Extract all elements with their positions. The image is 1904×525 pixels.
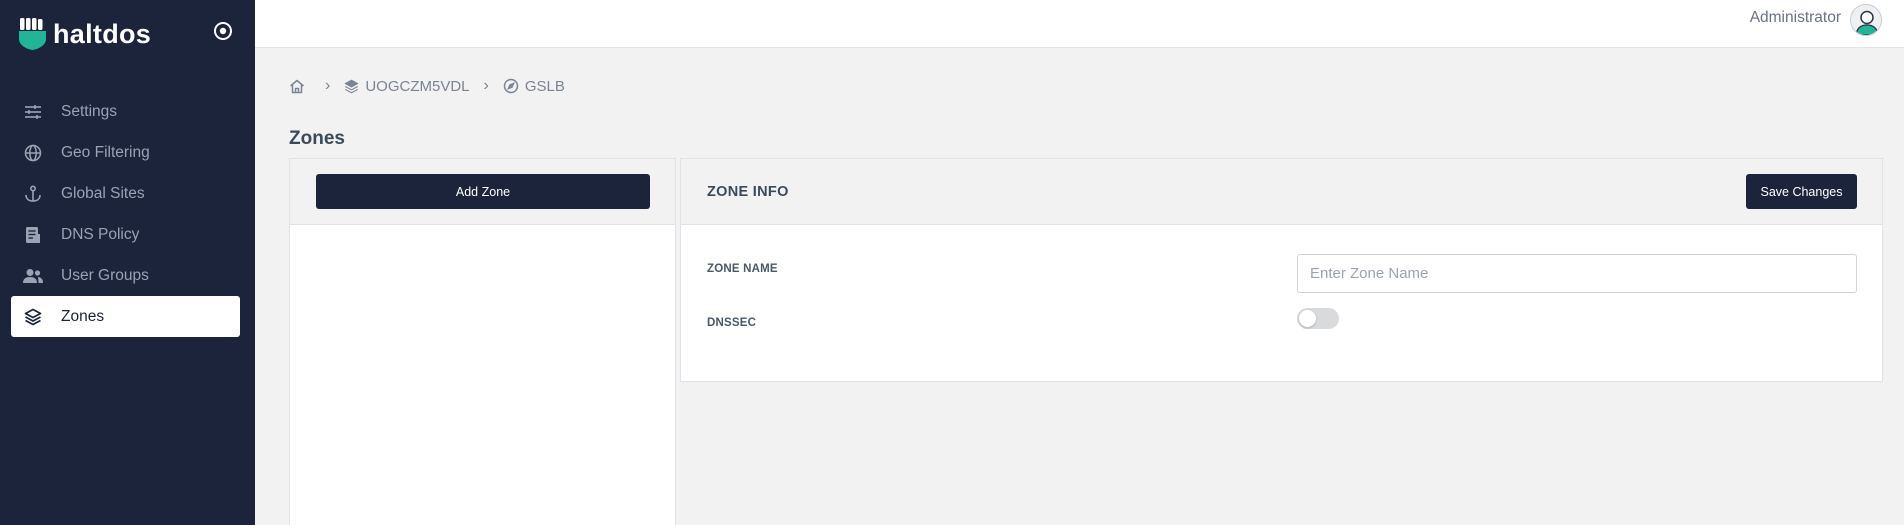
add-zone-button[interactable]: Add Zone <box>316 174 650 209</box>
save-changes-button[interactable]: Save Changes <box>1746 174 1857 209</box>
anchor-icon <box>23 184 43 204</box>
zone-info-title: ZONE INFO <box>707 184 789 200</box>
page-title: Zones <box>289 128 345 149</box>
zone-name-label: ZONE NAME <box>707 263 778 275</box>
breadcrumb-site-label: UOGCZM5VDL <box>365 77 470 95</box>
zones-list-header: Add Zone <box>290 159 675 225</box>
breadcrumb-site[interactable]: UOGCZM5VDL <box>344 77 470 95</box>
breadcrumb-gslb-label: GSLB <box>524 77 565 95</box>
top-bar: Administrator <box>255 0 1904 48</box>
user-avatar-icon[interactable] <box>1850 4 1882 36</box>
zone-info-header: ZONE INFO Save Changes <box>681 159 1882 225</box>
sidebar-item-settings[interactable]: Settings <box>11 91 240 132</box>
breadcrumb-separator: › <box>483 77 489 94</box>
sidebar-item-label: DNS Policy <box>61 225 140 243</box>
users-icon <box>23 266 43 286</box>
globe-icon <box>23 143 43 163</box>
breadcrumb-home[interactable] <box>289 79 311 94</box>
sidebar-item-label: Zones <box>61 307 105 325</box>
compass-icon <box>503 78 519 94</box>
dnssec-label: DNSSEC <box>707 317 757 329</box>
sidebar-item-label: Geo Filtering <box>61 143 150 161</box>
breadcrumb: › UOGCZM5VDL › GSLB <box>289 77 565 95</box>
sidebar-item-zones[interactable]: Zones <box>11 296 240 337</box>
sidebar-item-user-groups[interactable]: User Groups <box>11 255 240 296</box>
layers-icon <box>345 79 359 93</box>
sidebar: haltdos Settings Geo Filtering Global Si… <box>0 0 255 525</box>
breadcrumb-gslb[interactable]: GSLB <box>503 78 565 95</box>
sidebar-item-label: User Groups <box>61 266 149 284</box>
fist-shield-icon <box>19 18 46 50</box>
sidebar-item-global-sites[interactable]: Global Sites <box>11 173 240 214</box>
document-icon <box>23 225 43 245</box>
brand-name: haltdos <box>53 18 152 49</box>
sidebar-item-geo-filtering[interactable]: Geo Filtering <box>11 132 240 173</box>
zone-name-input[interactable] <box>1297 254 1857 293</box>
zone-info-panel: ZONE INFO Save Changes ZONE NAME DNSSEC <box>680 158 1883 382</box>
sidebar-item-label: Settings <box>61 102 118 120</box>
zones-list-panel: Add Zone <box>289 158 676 525</box>
breadcrumb-separator: › <box>325 77 331 94</box>
brand-logo[interactable]: haltdos <box>19 18 151 50</box>
sidebar-item-dns-policy[interactable]: DNS Policy <box>11 214 240 255</box>
sidebar-item-label: Global Sites <box>61 184 145 202</box>
layers-icon <box>23 307 43 327</box>
toggle-knob <box>1299 310 1316 327</box>
sliders-icon <box>23 102 43 122</box>
user-name[interactable]: Administrator <box>1750 9 1841 27</box>
target-circle-icon[interactable] <box>212 20 234 42</box>
home-icon <box>290 79 304 93</box>
dnssec-toggle[interactable] <box>1297 308 1339 329</box>
sidebar-nav: Settings Geo Filtering Global Sites DNS … <box>11 91 240 337</box>
